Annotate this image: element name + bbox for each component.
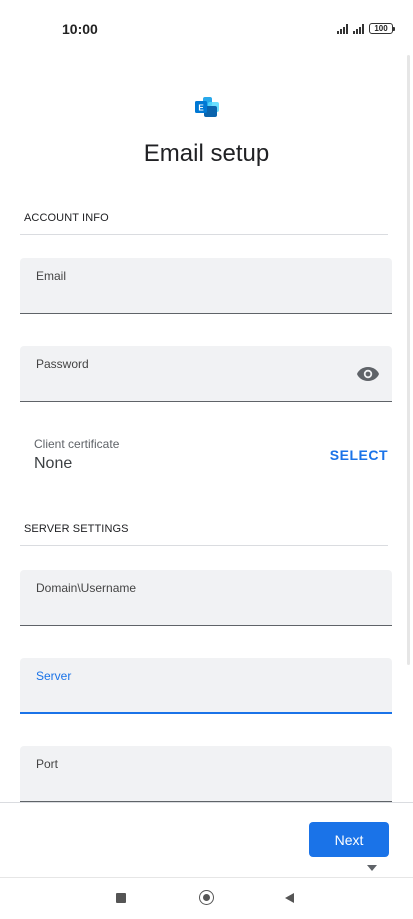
- square-icon[interactable]: [116, 893, 126, 903]
- password-input[interactable]: [36, 374, 356, 394]
- email-input[interactable]: [36, 286, 356, 306]
- client-certificate-value: None: [34, 455, 73, 472]
- status-icons: 100: [337, 23, 395, 34]
- page-title: Email setup: [143, 140, 270, 167]
- section-divider: [20, 234, 388, 235]
- password-field[interactable]: Password: [20, 346, 392, 402]
- status-bar: 10:00 100: [0, 0, 413, 56]
- circle-icon[interactable]: [199, 890, 214, 905]
- battery-icon: 100: [369, 23, 395, 34]
- domain-username-label: Domain\Username: [36, 581, 137, 595]
- nav-divider: [0, 877, 413, 878]
- email-field[interactable]: Email: [20, 258, 392, 314]
- status-time: 10:00: [62, 21, 98, 37]
- password-label: Password: [36, 357, 89, 371]
- domain-username-input[interactable]: [36, 598, 356, 618]
- account-info-header: ACCOUNT INFO: [24, 212, 109, 224]
- bottom-divider: [0, 802, 413, 803]
- eye-icon[interactable]: [356, 366, 380, 382]
- exchange-logo-icon: E: [195, 97, 219, 117]
- chevron-down-icon[interactable]: [367, 865, 377, 871]
- server-input[interactable]: [36, 686, 356, 706]
- domain-username-field[interactable]: Domain\Username: [20, 570, 392, 626]
- server-settings-header: SERVER SETTINGS: [24, 523, 129, 535]
- server-field[interactable]: Server: [20, 658, 392, 714]
- client-certificate-label: Client certificate: [34, 437, 120, 451]
- email-label: Email: [36, 269, 67, 283]
- next-button[interactable]: Next: [309, 822, 389, 857]
- port-label: Port: [36, 757, 59, 771]
- section-divider: [20, 545, 388, 546]
- triangle-back-icon[interactable]: [285, 893, 294, 903]
- port-input[interactable]: [36, 774, 356, 794]
- port-field[interactable]: Port: [20, 746, 392, 802]
- signal-icon: [353, 24, 364, 34]
- server-label: Server: [36, 669, 72, 683]
- signal-icon: [337, 24, 348, 34]
- svg-text:E: E: [198, 104, 204, 113]
- select-certificate-button[interactable]: SELECT: [330, 447, 388, 463]
